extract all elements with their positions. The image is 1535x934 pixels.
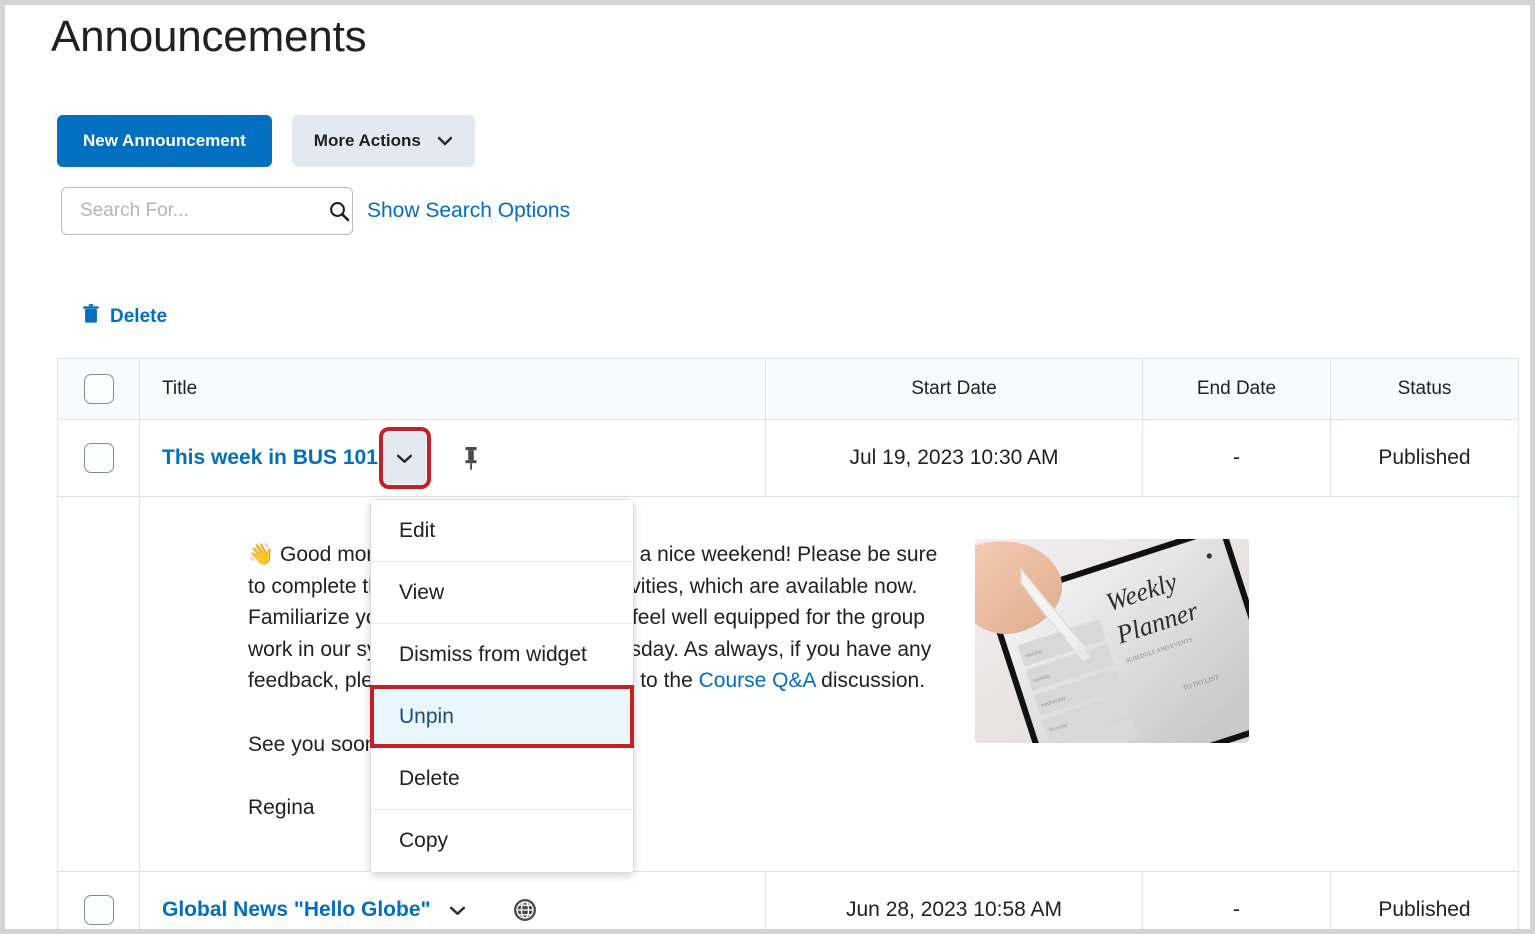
search-box[interactable] xyxy=(61,187,353,235)
menu-item-dismiss-from-widget[interactable]: Dismiss from widget xyxy=(371,624,633,686)
menu-item-edit[interactable]: Edit xyxy=(371,500,633,562)
menu-item-unpin[interactable]: Unpin xyxy=(371,686,633,748)
more-actions-button[interactable]: More Actions xyxy=(292,115,475,167)
menu-item-view[interactable]: View xyxy=(371,562,633,624)
menu-item-delete[interactable]: Delete xyxy=(371,748,633,810)
announcement-body-row: 👋 Good morning, Keep hope you all had a … xyxy=(58,497,1519,872)
row-actions-dropdown-button[interactable] xyxy=(384,432,426,484)
page-title: Announcements xyxy=(51,7,366,67)
row-end-date: - xyxy=(1143,872,1331,930)
row-title-cell: This week in BUS 101 xyxy=(140,420,766,497)
chevron-down-icon xyxy=(437,133,453,149)
row-actions-dropdown-button[interactable] xyxy=(436,884,478,929)
row-title-cell: Global News "Hello Globe" xyxy=(140,872,766,930)
row-context-menu: Edit View Dismiss from widget Unpin Dele… xyxy=(370,499,634,873)
table-row: Global News "Hello Globe" xyxy=(58,872,1519,930)
pin-icon xyxy=(460,445,482,471)
table-header-row: Title Start Date End Date Status xyxy=(58,359,1519,420)
course-qa-link[interactable]: Course Q&A xyxy=(699,669,816,692)
announcement-title-link[interactable]: This week in BUS 101 xyxy=(162,446,378,470)
column-header-end-date[interactable]: End Date xyxy=(1143,359,1331,420)
wave-hand-icon: 👋 xyxy=(248,543,274,566)
paragraph-1-part-b: discussion. xyxy=(815,669,925,692)
announcement-title-link[interactable]: Global News "Hello Globe" xyxy=(162,898,430,922)
action-button-row: New Announcement More Actions xyxy=(57,115,475,167)
page-content: Announcements New Announcement More Acti… xyxy=(5,5,1530,929)
announcements-table: Title Start Date End Date Status This we… xyxy=(57,358,1519,929)
trash-icon xyxy=(81,303,101,330)
row-status: Published xyxy=(1331,420,1519,497)
table-body: This week in BUS 101 xyxy=(58,420,1519,930)
announcements-page: Announcements New Announcement More Acti… xyxy=(0,0,1535,934)
show-search-options-link[interactable]: Show Search Options xyxy=(367,199,570,223)
row-select-cell xyxy=(58,420,140,497)
bulk-delete-action[interactable]: Delete xyxy=(81,303,167,330)
row-checkbox[interactable] xyxy=(84,895,114,925)
new-announcement-button[interactable]: New Announcement xyxy=(57,115,272,167)
more-actions-label: More Actions xyxy=(314,131,421,151)
row-start-date: Jun 28, 2023 10:58 AM xyxy=(766,872,1143,930)
row-select-cell xyxy=(58,872,140,930)
table-header: Title Start Date End Date Status xyxy=(58,359,1519,420)
menu-item-copy[interactable]: Copy xyxy=(371,810,633,872)
row-end-date: - xyxy=(1143,420,1331,497)
row-status: Published xyxy=(1331,872,1519,930)
table-row: This week in BUS 101 xyxy=(58,420,1519,497)
weekly-planner-image: monday tuesday wednesday thursday friday… xyxy=(975,539,1249,743)
bulk-delete-label: Delete xyxy=(110,306,167,328)
search-icon[interactable] xyxy=(327,199,351,223)
select-all-checkbox[interactable] xyxy=(84,374,114,404)
select-all-header xyxy=(58,359,140,420)
search-input[interactable] xyxy=(78,199,327,223)
globe-icon xyxy=(512,897,538,923)
body-spacer-cell xyxy=(58,497,140,872)
row-checkbox[interactable] xyxy=(84,443,114,473)
announcement-body-cell: 👋 Good morning, Keep hope you all had a … xyxy=(140,497,1519,872)
row-start-date: Jul 19, 2023 10:30 AM xyxy=(766,420,1143,497)
search-row: Show Search Options xyxy=(61,187,570,235)
column-header-start-date[interactable]: Start Date xyxy=(766,359,1143,420)
column-header-title[interactable]: Title xyxy=(140,359,766,420)
column-header-status[interactable]: Status xyxy=(1331,359,1519,420)
